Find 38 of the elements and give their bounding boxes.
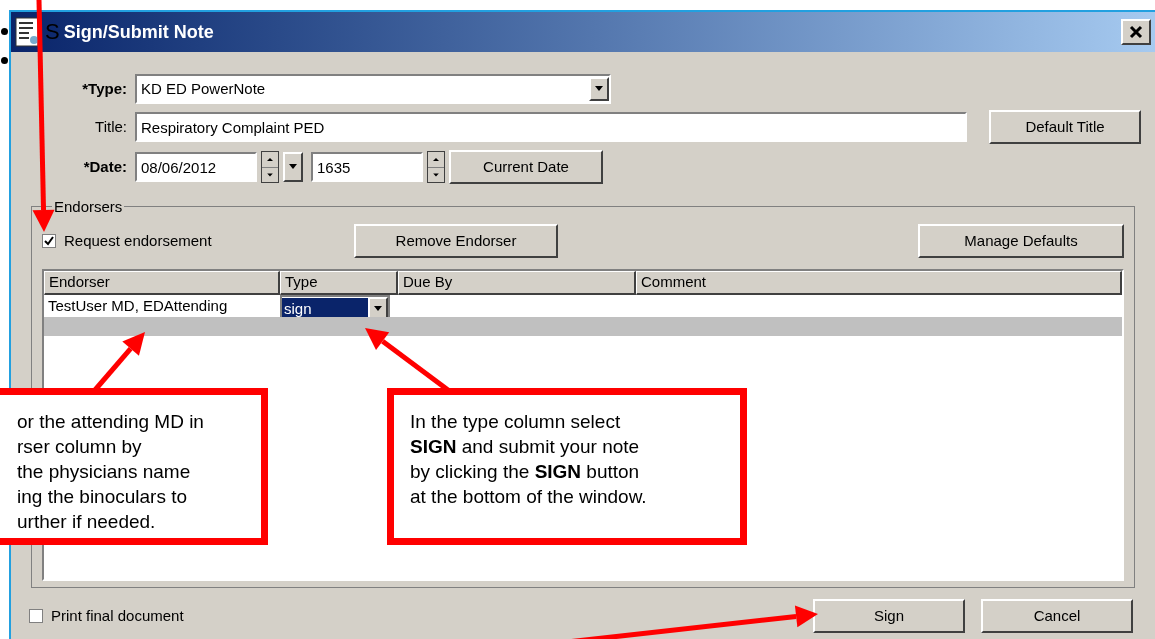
slide-bullet-text: S <box>45 21 60 43</box>
window-title: Sign/Submit Note <box>63 20 214 44</box>
date-dropdown-button[interactable] <box>283 152 303 182</box>
print-final-label: Print final document <box>51 605 184 626</box>
date-spinner[interactable] <box>261 151 279 183</box>
callout-text: or the attending MD in rser column by the physicians name ing the binoculars to urther if needed. <box>17 410 205 534</box>
caret-icon <box>288 164 298 170</box>
type-label: *Type: <box>81 78 127 99</box>
date-label: *Date: <box>82 156 127 177</box>
request-endorsement-checkbox[interactable] <box>42 234 56 248</box>
date-field[interactable]: 08/06/2012 <box>135 152 257 182</box>
current-date-button[interactable]: Current Date <box>449 150 603 184</box>
callout-text: In the type column select SIGN and submit your note by clicking the SIGN button at the bottom of the window. <box>410 410 648 509</box>
close-button[interactable] <box>1121 19 1151 45</box>
caret-icon <box>373 306 383 312</box>
default-title-button[interactable]: Default Title <box>989 110 1141 144</box>
print-final-checkbox[interactable] <box>29 609 43 623</box>
dropdown-caret-icon[interactable] <box>589 77 609 101</box>
bullet-icon <box>1 57 8 64</box>
column-header[interactable]: Endorser <box>44 271 280 295</box>
time-spinner[interactable] <box>427 151 445 183</box>
table-cell-text: TestUser MD, EDAttending <box>47 296 229 316</box>
type-dropdown[interactable]: KD ED PowerNote <box>135 74 611 104</box>
title-field[interactable]: Respiratory Complaint PED <box>135 112 967 142</box>
close-icon <box>1129 25 1143 39</box>
manage-defaults-button[interactable]: Manage Defaults <box>918 224 1124 258</box>
title-label: Title: <box>94 116 127 137</box>
request-endorsement-label: Request endorsement <box>64 230 213 251</box>
column-header[interactable]: Due By <box>398 271 636 295</box>
bullet-icon <box>1 28 8 35</box>
checkmark-icon <box>44 236 54 246</box>
remove-endorser-button[interactable]: Remove Endorser <box>354 224 558 258</box>
column-header[interactable]: Comment <box>636 271 1122 295</box>
sign-button[interactable]: Sign <box>813 599 965 633</box>
caret-icon <box>594 86 604 92</box>
time-field[interactable]: 1635 <box>311 152 423 182</box>
column-header[interactable]: Type <box>280 271 398 295</box>
cancel-button[interactable]: Cancel <box>981 599 1133 633</box>
